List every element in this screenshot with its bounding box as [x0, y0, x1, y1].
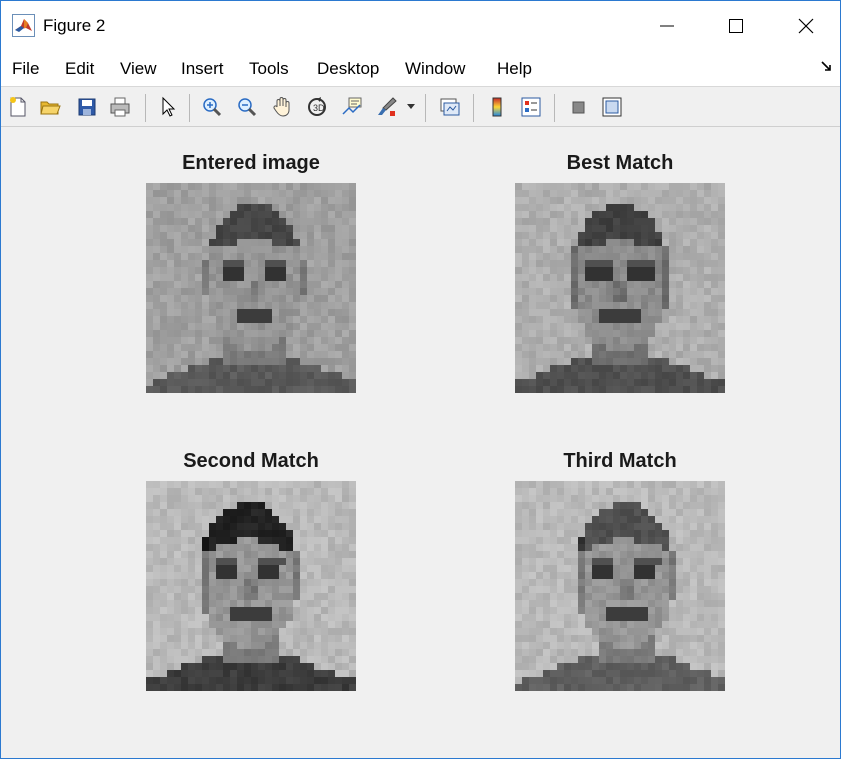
close-button[interactable] — [771, 1, 841, 50]
link-plot-button[interactable] — [437, 94, 463, 120]
data-cursor-icon — [342, 97, 362, 115]
zoom-in-icon — [203, 98, 222, 117]
title-bar: Figure 2 — [1, 1, 840, 50]
print-button[interactable] — [107, 94, 133, 120]
rotate-3d-icon: 3D — [308, 97, 326, 116]
menu-bar: File Edit View Insert Tools Desktop Wind… — [1, 50, 840, 87]
toolbar-separator — [189, 94, 190, 122]
pan-button[interactable] — [269, 94, 295, 120]
panel-title-best: Best Match — [566, 152, 674, 174]
close-icon — [798, 18, 814, 33]
brush-icon — [378, 97, 397, 116]
menu-edit[interactable]: Edit — [65, 59, 94, 79]
toolbar-separator — [425, 94, 426, 122]
menu-insert[interactable]: Insert — [181, 59, 224, 79]
window-title: Figure 2 — [43, 16, 106, 35]
minimize-button[interactable] — [632, 1, 702, 50]
save-icon — [78, 98, 96, 116]
panel-title-entered: Entered image — [182, 152, 320, 174]
open-file-icon — [40, 101, 61, 115]
zoom-out-button[interactable] — [234, 94, 260, 120]
brush-button[interactable] — [374, 94, 400, 120]
second-match-image — [146, 481, 356, 691]
entered-image — [146, 183, 356, 393]
colorbar-icon — [492, 97, 502, 117]
hide-plot-tools-button[interactable] — [565, 94, 591, 120]
best-match-image — [515, 183, 725, 393]
toolbar-separator — [554, 94, 555, 122]
hide-plot-tools-icon — [572, 101, 585, 114]
open-file-button[interactable] — [37, 94, 63, 120]
toolbar-separator — [145, 94, 146, 122]
panel-title-second: Second Match — [183, 450, 319, 472]
maximize-button[interactable] — [701, 1, 771, 50]
svg-text:3D: 3D — [313, 103, 325, 113]
new-figure-button[interactable] — [5, 94, 31, 120]
figure-canvas: Entered image Best Match Second Match Th… — [1, 128, 840, 758]
dock-arrow-icon[interactable] — [821, 61, 833, 73]
menu-file[interactable]: File — [12, 59, 39, 79]
pointer-icon — [162, 96, 176, 117]
rotate-3d-button[interactable]: 3D — [304, 94, 330, 120]
zoom-in-button[interactable] — [199, 94, 225, 120]
menu-window[interactable]: Window — [405, 59, 465, 79]
new-figure-icon — [10, 97, 26, 117]
panel-title-third: Third Match — [563, 450, 677, 472]
zoom-out-icon — [238, 98, 257, 117]
data-cursor-button[interactable] — [339, 94, 365, 120]
toolbar-separator — [473, 94, 474, 122]
print-icon — [110, 97, 130, 117]
figure-window: Figure 2 File Edit View Insert Tools Des… — [0, 0, 841, 759]
link-plot-icon — [440, 98, 460, 116]
pan-hand-icon — [273, 97, 290, 117]
menu-tools[interactable]: Tools — [249, 59, 289, 79]
legend-button[interactable] — [518, 94, 544, 120]
colorbar-button[interactable] — [484, 94, 510, 120]
maximize-icon — [729, 18, 743, 33]
minimize-icon — [660, 25, 674, 26]
menu-view[interactable]: View — [120, 59, 157, 79]
third-match-image — [515, 481, 725, 691]
brush-dropdown-icon[interactable] — [407, 104, 415, 110]
show-plot-tools-icon — [602, 97, 622, 117]
pointer-button[interactable] — [155, 94, 181, 120]
save-button[interactable] — [74, 94, 100, 120]
matlab-logo-icon — [12, 14, 35, 37]
menu-help[interactable]: Help — [497, 59, 532, 79]
legend-icon — [521, 97, 541, 117]
figure-toolbar: 3D — [1, 88, 840, 127]
show-plot-tools-button[interactable] — [599, 94, 625, 120]
menu-desktop[interactable]: Desktop — [317, 59, 379, 79]
